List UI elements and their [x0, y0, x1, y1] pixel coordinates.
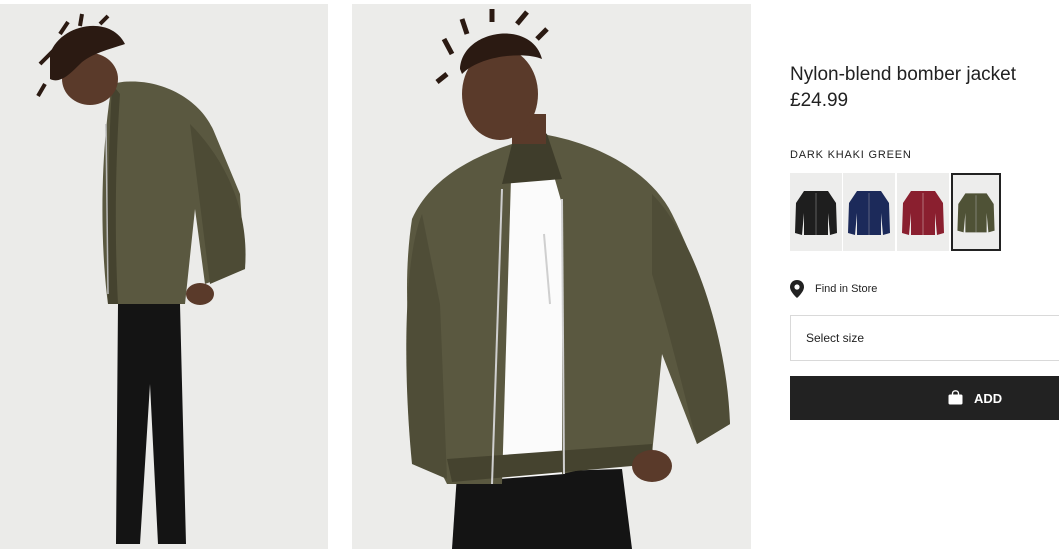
size-select[interactable]: Select size — [790, 315, 1059, 361]
swatch-black[interactable] — [790, 173, 842, 251]
model-side-illustration — [0, 4, 328, 549]
swatch-burgundy[interactable] — [897, 173, 949, 251]
swatch-dark-khaki-green[interactable] — [951, 173, 1001, 251]
product-details: Nylon-blend bomber jacket £24.99 DARK KH… — [790, 0, 1059, 553]
map-pin-icon — [790, 280, 804, 298]
product-image-front[interactable] — [352, 4, 751, 549]
jacket-thumbnail-black — [790, 173, 842, 251]
jacket-thumbnail-navy — [843, 173, 895, 251]
find-in-store-link[interactable]: Find in Store — [790, 280, 877, 298]
add-to-bag-button[interactable]: ADD — [790, 376, 1059, 420]
jacket-thumbnail-dark-khaki-green — [953, 177, 999, 247]
product-image-side[interactable] — [0, 4, 328, 549]
jacket-thumbnail-burgundy — [897, 173, 949, 251]
product-price: £24.99 — [790, 90, 849, 111]
color-swatches — [790, 173, 1005, 251]
model-front-illustration — [352, 4, 751, 549]
product-title: Nylon-blend bomber jacket — [790, 64, 1017, 85]
find-in-store-label: Find in Store — [815, 283, 878, 295]
shopping-bag-icon — [948, 390, 963, 405]
selected-color-label: DARK KHAKI GREEN — [790, 149, 912, 161]
swatch-navy[interactable] — [843, 173, 895, 251]
add-button-label: ADD — [974, 391, 1003, 406]
